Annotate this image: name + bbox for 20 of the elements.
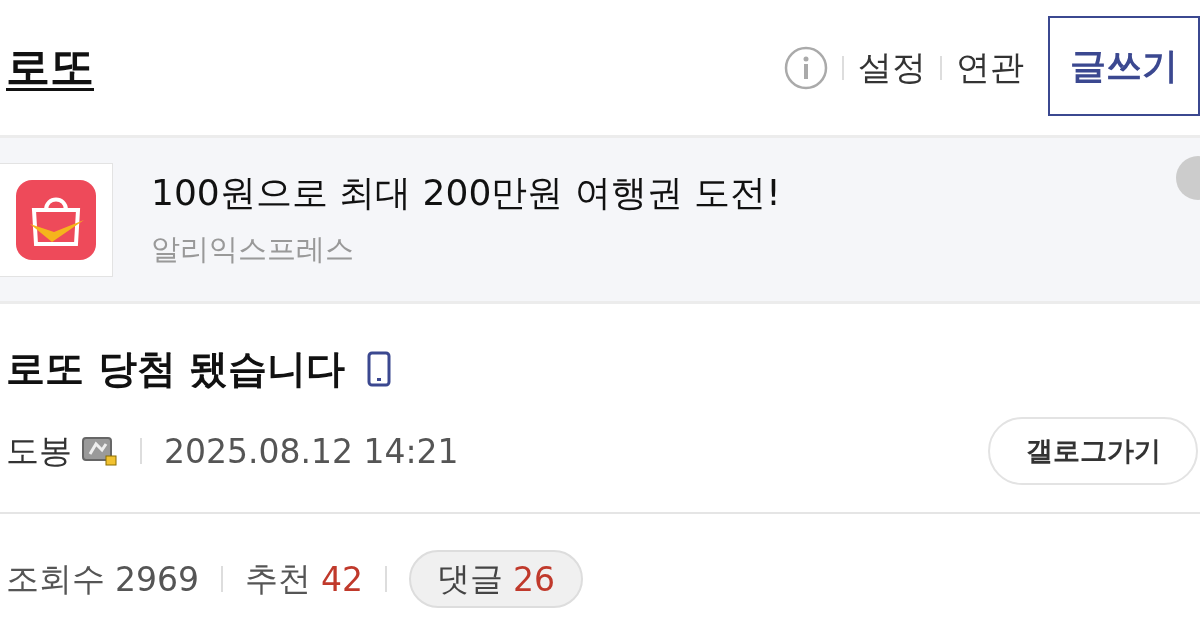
ad-headline[interactable]: 100원으로 최대 200만원 여행권 도전! [151, 169, 781, 218]
stat-label: 조회수 [6, 557, 105, 600]
post-date: 2025.08.12 14:21 [164, 431, 459, 471]
stat-value: 42 [321, 559, 363, 599]
info-icon[interactable] [784, 45, 828, 90]
write-button[interactable]: 글쓰기 [1048, 16, 1200, 116]
board-title[interactable]: 로또 [6, 38, 94, 97]
header-link[interactable]: 연관 [956, 44, 1024, 91]
stat-label: 추천 [245, 557, 311, 600]
post-title: 로또 당첨 됐습니다 [6, 345, 346, 393]
advertiser-name: 알리익스프레스 [151, 231, 355, 268]
mobile-phone-icon [367, 351, 392, 387]
stat-value: 2969 [115, 559, 199, 599]
member-badge-icon [82, 436, 118, 466]
comments-button[interactable]: 댓글 26 [409, 550, 583, 608]
gallog-button[interactable]: 갤로그가기 [988, 417, 1198, 485]
ad-banner[interactable]: 100원으로 최대 200만원 여행권 도전! 알리익스프레스 [0, 138, 1200, 304]
shopping-bag-icon [0, 162, 113, 277]
author-name[interactable]: 도봉 [6, 428, 72, 474]
header-link[interactable]: 설정 [858, 44, 926, 91]
